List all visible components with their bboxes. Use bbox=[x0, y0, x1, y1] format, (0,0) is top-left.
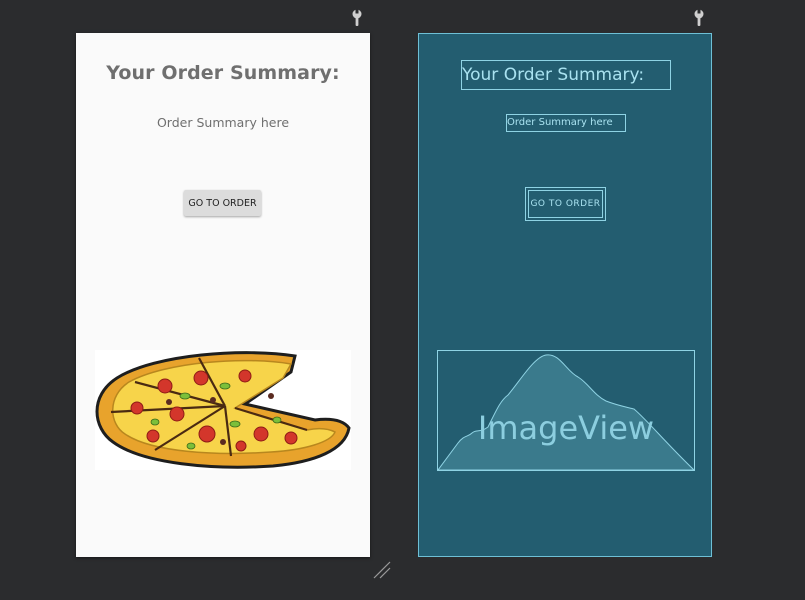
design-wrench-icon[interactable] bbox=[350, 9, 364, 27]
blueprint-order-summary-text[interactable]: Order Summary here bbox=[506, 114, 626, 132]
blueprint-go-to-order-button[interactable]: GO TO ORDER bbox=[525, 187, 606, 221]
blueprint-order-summary-title[interactable]: Your Order Summary: bbox=[461, 60, 671, 90]
order-summary-title[interactable]: Your Order Summary: bbox=[76, 62, 370, 84]
go-to-order-button[interactable]: GO TO ORDER bbox=[184, 190, 261, 216]
blueprint-button-label: GO TO ORDER bbox=[528, 190, 603, 218]
pizza-icon bbox=[95, 351, 351, 469]
order-summary-text[interactable]: Order Summary here bbox=[76, 115, 370, 130]
design-preview: Your Order Summary: Order Summary here G… bbox=[76, 33, 370, 557]
resize-handle-icon[interactable] bbox=[373, 561, 393, 585]
blueprint-image-view[interactable]: ImageView bbox=[437, 350, 695, 471]
blueprint-preview: Your Order Summary: Order Summary here G… bbox=[418, 33, 712, 557]
blueprint-wrench-icon[interactable] bbox=[692, 9, 706, 27]
pizza-image[interactable] bbox=[95, 350, 351, 470]
image-view-label: ImageView bbox=[477, 409, 655, 447]
